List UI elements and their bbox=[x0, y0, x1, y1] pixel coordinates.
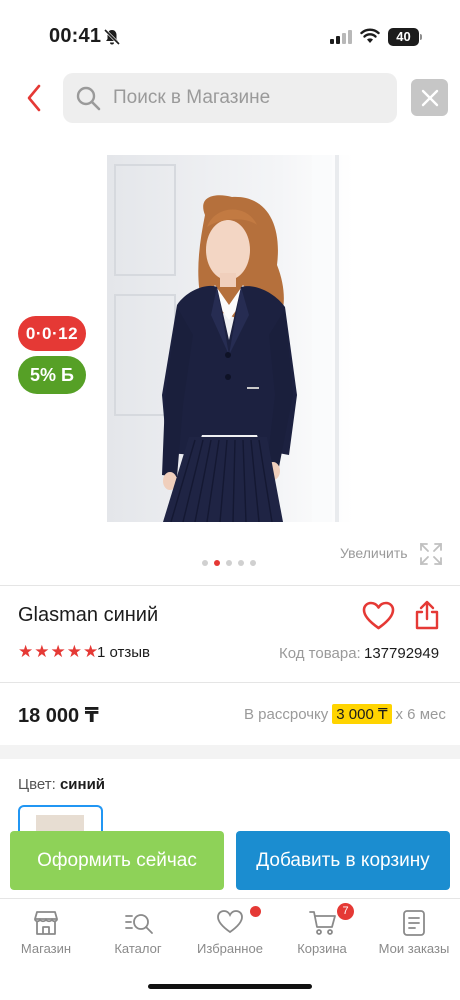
nav-item-cart[interactable]: Корзина bbox=[276, 899, 368, 969]
add-to-cart-button[interactable]: Добавить в корзину bbox=[236, 831, 450, 890]
timer-badge: 0·0·12 bbox=[18, 316, 86, 351]
heart-icon bbox=[217, 910, 243, 934]
nav-item-catalog[interactable]: Каталог bbox=[92, 899, 184, 969]
reviews-link[interactable]: 1 отзыв bbox=[97, 644, 150, 661]
star-icon: ★ bbox=[66, 642, 82, 661]
zoom-label[interactable]: Увеличить bbox=[340, 545, 408, 561]
product-price: 18 000 ₸ bbox=[18, 705, 99, 727]
star-icon: ★ bbox=[83, 642, 99, 661]
product-image[interactable] bbox=[107, 155, 353, 522]
checkout-now-button[interactable]: Оформить сейчас bbox=[10, 831, 224, 890]
nav-item-shop[interactable]: Магазин bbox=[0, 899, 92, 969]
gallery-dot[interactable] bbox=[202, 560, 208, 566]
cart-count-badge: 7 bbox=[337, 903, 354, 920]
installment-amount: 3 000 ₸ bbox=[332, 704, 392, 724]
share-icon[interactable] bbox=[413, 600, 441, 630]
product-code-value: 137792949 bbox=[364, 645, 440, 662]
chevron-left-icon bbox=[27, 84, 41, 112]
divider bbox=[0, 682, 460, 683]
battery-tip bbox=[420, 34, 422, 40]
close-icon bbox=[421, 89, 438, 106]
star-icon: ★ bbox=[34, 642, 50, 661]
installment-info[interactable]: В рассрочку 3 000 ₸ x 6 мес bbox=[244, 704, 446, 724]
rating-stars: ★ ★ ★ ★ ★ bbox=[18, 643, 98, 660]
status-time: 00:41 bbox=[49, 25, 102, 47]
product-title: Glasman синий bbox=[18, 604, 159, 626]
color-value: синий bbox=[59, 776, 106, 793]
star-icon: ★ bbox=[50, 642, 66, 661]
section-separator bbox=[0, 745, 460, 759]
nav-label: Избранное bbox=[197, 941, 263, 956]
orders-icon bbox=[403, 910, 425, 936]
home-indicator[interactable] bbox=[148, 984, 312, 989]
bonus-badge: 5% Б bbox=[18, 356, 86, 394]
gallery-dot[interactable] bbox=[238, 560, 244, 566]
nav-label: Мои заказы bbox=[378, 941, 450, 956]
color-label: Цвет: bbox=[18, 776, 56, 793]
favorite-heart-icon[interactable] bbox=[362, 601, 395, 631]
battery-indicator: 40 bbox=[388, 28, 419, 46]
gallery-pagination bbox=[202, 560, 256, 566]
favorites-badge-dot bbox=[250, 906, 261, 917]
installment-suffix: x 6 мес bbox=[395, 705, 446, 723]
expand-icon[interactable] bbox=[419, 542, 443, 566]
gallery-dot-active[interactable] bbox=[214, 560, 220, 566]
signal-icon bbox=[330, 30, 352, 44]
nav-item-orders[interactable]: Мои заказы bbox=[368, 899, 460, 969]
wifi-icon bbox=[360, 28, 380, 43]
search-placeholder: Поиск в Магазине bbox=[113, 87, 271, 108]
gallery-dot[interactable] bbox=[250, 560, 256, 566]
back-button[interactable] bbox=[18, 80, 50, 116]
product-code-label: Код товара: bbox=[279, 645, 361, 662]
cart-icon bbox=[309, 911, 336, 935]
status-bar: 00:41 40 bbox=[0, 0, 460, 62]
installment-prefix: В рассрочку bbox=[244, 705, 329, 723]
divider bbox=[0, 585, 460, 586]
bell-muted-icon bbox=[103, 28, 121, 46]
nav-label: Каталог bbox=[114, 941, 162, 956]
nav-item-favorites[interactable]: Избранное bbox=[184, 899, 276, 969]
bottom-nav: Магазин Каталог Избранное Корзина Мои за… bbox=[0, 898, 460, 968]
nav-label: Магазин bbox=[20, 941, 72, 956]
shop-icon bbox=[34, 911, 58, 935]
search-input[interactable]: Поиск в Магазине bbox=[63, 73, 397, 123]
color-row: Цвет: синий bbox=[18, 776, 105, 793]
gallery-dot[interactable] bbox=[226, 560, 232, 566]
nav-label: Корзина bbox=[297, 941, 347, 956]
star-icon: ★ bbox=[18, 642, 34, 661]
catalog-search-icon bbox=[125, 914, 153, 934]
product-photo bbox=[107, 155, 353, 522]
clear-search-button[interactable] bbox=[411, 79, 448, 116]
search-icon bbox=[76, 86, 101, 111]
